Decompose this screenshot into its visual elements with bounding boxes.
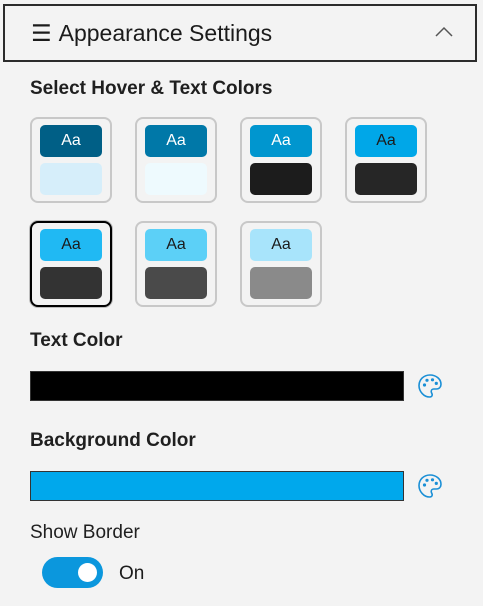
swatch-text-preview	[250, 267, 312, 299]
swatch-text-preview	[250, 163, 312, 195]
panel-title: Appearance Settings	[58, 19, 273, 46]
color-swatch[interactable]: Aa	[135, 221, 217, 307]
background-color-field[interactable]	[30, 471, 404, 501]
swatch-hover-preview: Aa	[145, 229, 207, 261]
show-border-toggle[interactable]	[42, 557, 103, 588]
chevron-up-icon[interactable]	[435, 26, 453, 38]
color-swatch[interactable]: Aa	[240, 117, 322, 203]
swatch-text-preview	[145, 163, 207, 195]
hover-text-colors-label: Select Hover & Text Colors	[30, 78, 273, 99]
appearance-settings-header[interactable]: ☰ Appearance Settings	[3, 4, 477, 62]
swatch-text-preview	[145, 267, 207, 299]
swatch-text-preview	[40, 267, 102, 299]
palette-icon[interactable]	[417, 473, 443, 499]
text-color-field[interactable]	[30, 371, 404, 401]
color-swatch-selected[interactable]: Aa	[30, 221, 112, 307]
color-swatch[interactable]: Aa	[30, 117, 112, 203]
color-swatch[interactable]: Aa	[135, 117, 217, 203]
swatch-hover-preview: Aa	[250, 125, 312, 157]
show-border-label: Show Border	[30, 522, 140, 543]
swatch-hover-preview: Aa	[145, 125, 207, 157]
color-swatch[interactable]: Aa	[240, 221, 322, 307]
swatch-hover-preview: Aa	[40, 229, 102, 261]
background-color-label: Background Color	[30, 430, 196, 451]
hamburger-icon: ☰	[31, 19, 52, 46]
swatch-hover-preview: Aa	[355, 125, 417, 157]
toggle-state-label: On	[119, 563, 145, 584]
toggle-knob	[78, 563, 97, 582]
color-swatch[interactable]: Aa	[345, 117, 427, 203]
swatch-hover-preview: Aa	[250, 229, 312, 261]
palette-icon[interactable]	[417, 373, 443, 399]
swatch-text-preview	[40, 163, 102, 195]
swatch-hover-preview: Aa	[40, 125, 102, 157]
swatch-text-preview	[355, 163, 417, 195]
text-color-label: Text Color	[30, 330, 123, 351]
